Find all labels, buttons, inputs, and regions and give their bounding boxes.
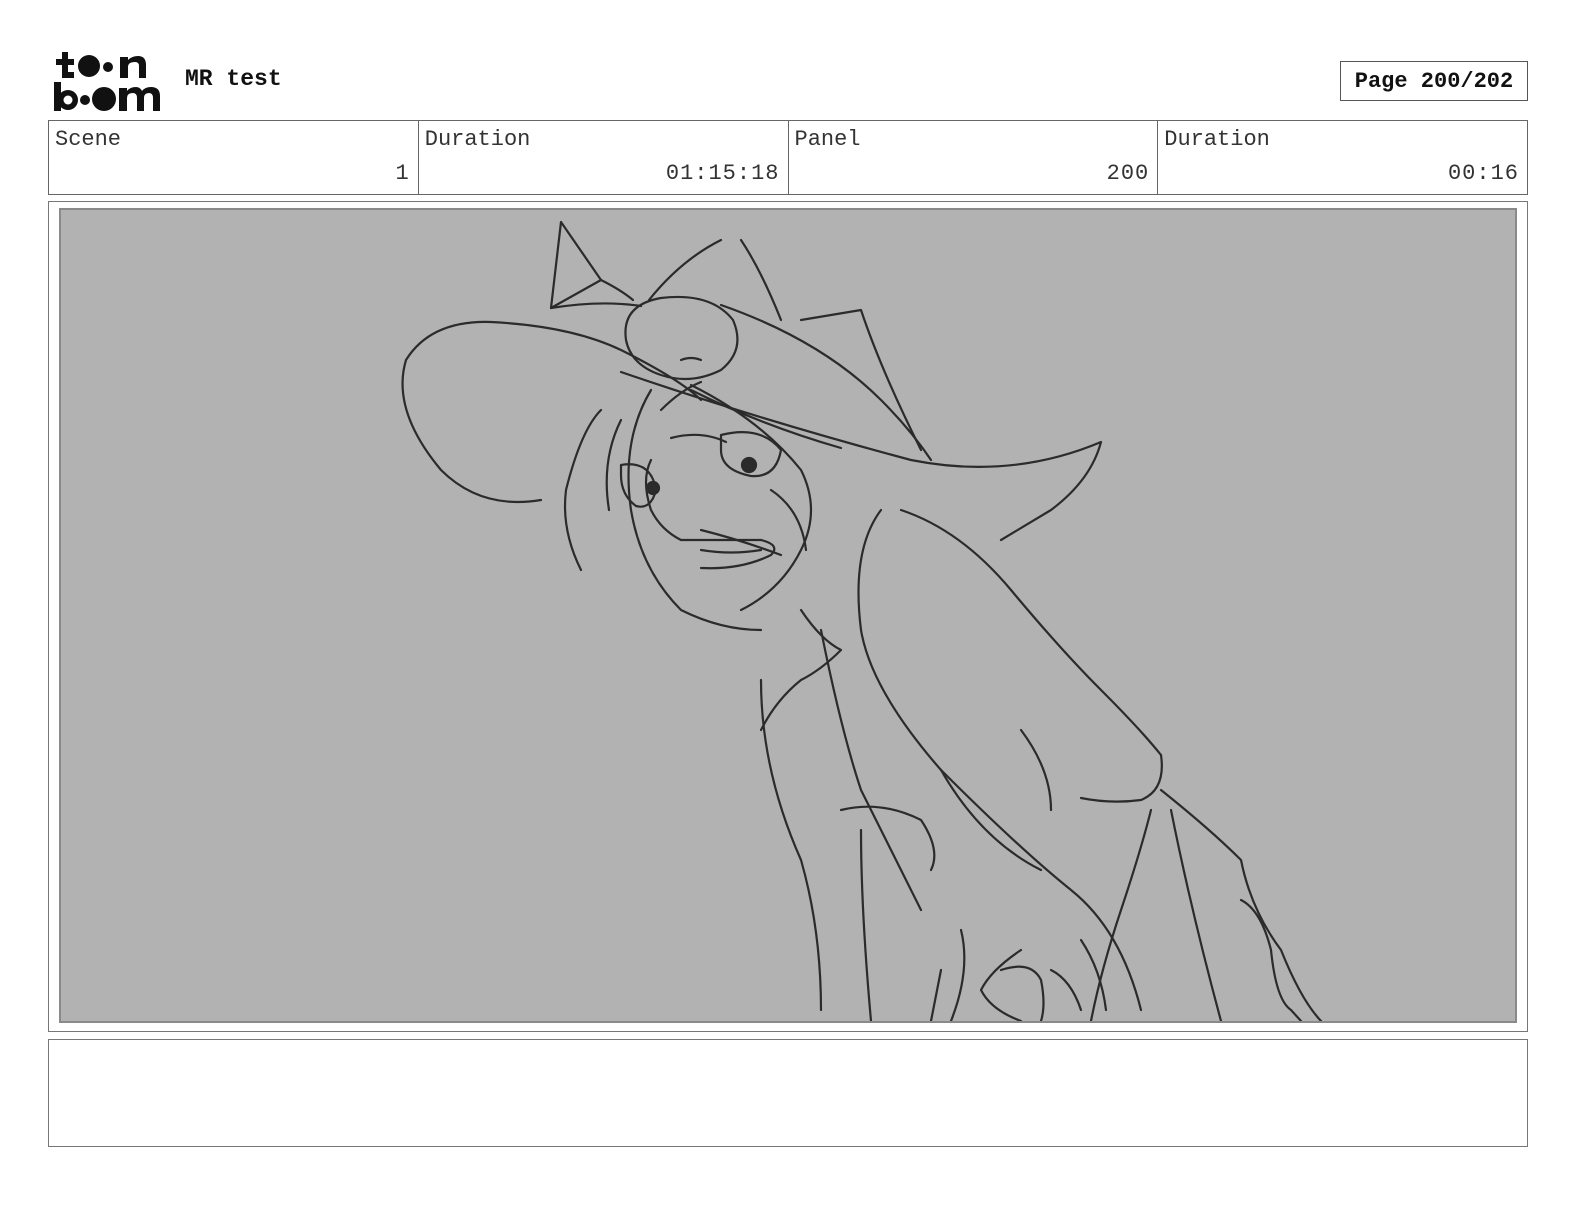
panel-duration-label: Duration: [1164, 127, 1270, 152]
panel-duration-cell: Duration 00:16: [1158, 121, 1527, 194]
character-sketch: [401, 220, 1323, 1021]
scene-duration-value: 01:15:18: [665, 161, 780, 186]
scene-duration-cell: Duration 01:15:18: [419, 121, 789, 194]
storyboard-frame: [48, 201, 1528, 1032]
panel-notes: [48, 1039, 1528, 1147]
scene-label: Scene: [55, 127, 122, 152]
scene-duration-label: Duration: [424, 127, 531, 152]
panel-info-table: Scene 1 Duration 01:15:18 Panel 200 Dura…: [48, 120, 1528, 195]
panel-cell: Panel 200: [789, 121, 1159, 194]
page-indicator: Page 200/202: [1340, 61, 1528, 101]
toon-boom-logo: [52, 50, 164, 112]
scene-cell: Scene 1: [49, 121, 419, 194]
panel-image: [59, 208, 1517, 1023]
scene-value: 1: [395, 161, 410, 186]
panel-label: Panel: [794, 127, 861, 152]
panel-value: 200: [1106, 161, 1150, 186]
panel-duration-value: 00:16: [1447, 161, 1519, 186]
toon-boom-logo-graphic: [54, 52, 160, 111]
project-title: MR test: [185, 66, 282, 92]
